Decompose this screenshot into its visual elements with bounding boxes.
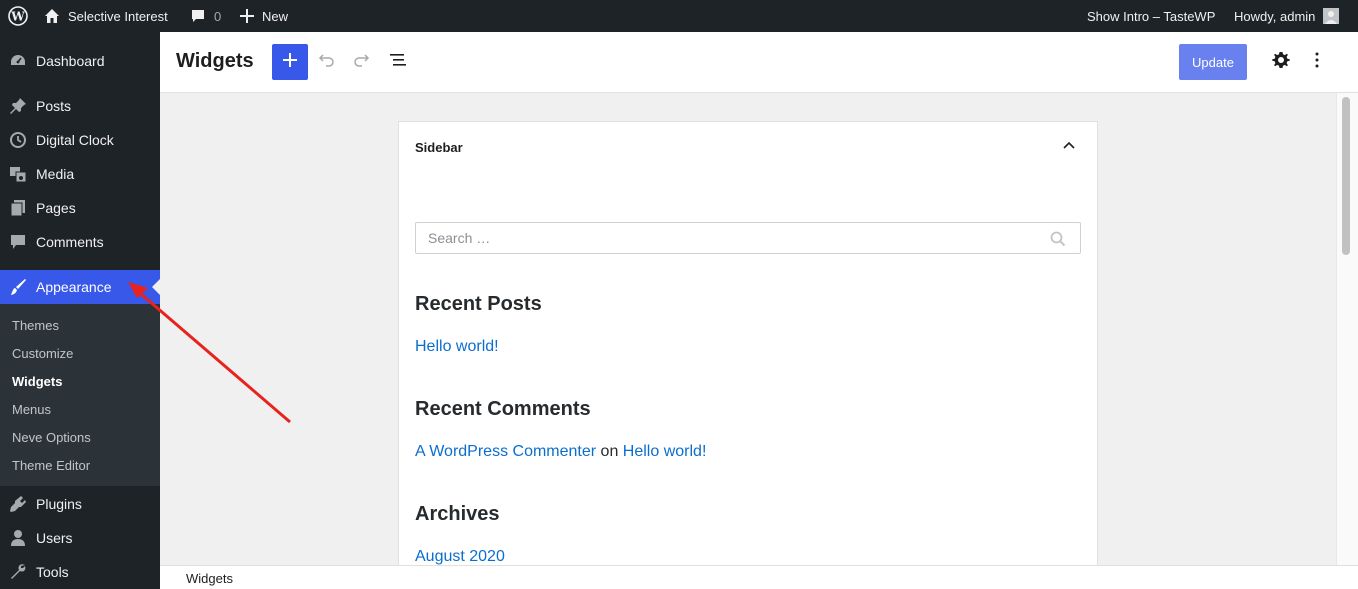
comments-link[interactable]: 0 bbox=[190, 0, 221, 32]
plugin-icon bbox=[8, 494, 28, 514]
widget-area-sidebar[interactable]: Sidebar Recent Posts Hello world! Recent… bbox=[398, 121, 1098, 565]
archives-list: August 2020 bbox=[415, 548, 505, 565]
archive-link[interactable]: August 2020 bbox=[415, 548, 505, 565]
scrollbar-thumb[interactable] bbox=[1342, 97, 1350, 255]
menu-label: Appearance bbox=[36, 279, 112, 295]
brush-icon bbox=[8, 277, 28, 297]
menu-item-appearance[interactable]: Appearance bbox=[0, 270, 160, 304]
plus-icon bbox=[282, 52, 298, 73]
add-block-button[interactable] bbox=[272, 44, 308, 80]
widget-area-title: Sidebar bbox=[415, 140, 463, 155]
wrench-icon bbox=[8, 562, 28, 582]
admin-bar: W Selective Interest 0 New Show Intro – … bbox=[0, 0, 1358, 32]
chevron-up-icon[interactable] bbox=[1061, 137, 1077, 153]
menu-label: Users bbox=[36, 530, 73, 546]
menu-label: Dashboard bbox=[36, 53, 105, 69]
wordpress-logo-icon[interactable]: W bbox=[8, 0, 28, 32]
menu-item-comments[interactable]: Comments bbox=[0, 225, 160, 259]
menu-label: Pages bbox=[36, 200, 76, 216]
clock-icon bbox=[8, 130, 28, 150]
avatar bbox=[1323, 8, 1340, 24]
menu-label: Tools bbox=[36, 564, 69, 580]
menu-label: Media bbox=[36, 166, 75, 182]
media-icon bbox=[8, 164, 28, 184]
appearance-submenu: Themes Customize Widgets Menus Neve Opti… bbox=[0, 304, 160, 486]
user-icon bbox=[8, 528, 28, 548]
search-widget[interactable] bbox=[415, 222, 1081, 254]
widgets-canvas: Sidebar Recent Posts Hello world! Recent… bbox=[160, 93, 1336, 565]
comment-icon bbox=[8, 232, 28, 252]
menu-item-media[interactable]: Media bbox=[0, 157, 160, 191]
on-text: on bbox=[600, 443, 619, 460]
comment-post-link[interactable]: Hello world! bbox=[623, 443, 707, 460]
update-button[interactable]: Update bbox=[1179, 44, 1247, 80]
plus-icon bbox=[240, 9, 254, 23]
recent-posts-list: Hello world! bbox=[415, 338, 499, 356]
search-input[interactable] bbox=[416, 223, 1036, 253]
menu-item-tools[interactable]: Tools bbox=[0, 555, 160, 589]
archives-heading: Archives bbox=[415, 503, 500, 525]
admin-menu: Dashboard Posts Digital Clock Media Page… bbox=[0, 32, 160, 589]
menu-item-plugins[interactable]: Plugins bbox=[0, 487, 160, 521]
recent-comments-heading: Recent Comments bbox=[415, 398, 591, 420]
breadcrumb-item[interactable]: Widgets bbox=[186, 571, 233, 586]
menu-item-dashboard[interactable]: Dashboard bbox=[0, 44, 160, 78]
menu-item-users[interactable]: Users bbox=[0, 521, 160, 555]
submenu-item-theme-editor[interactable]: Theme Editor bbox=[12, 458, 90, 473]
account-menu[interactable]: Howdy, admin bbox=[1234, 0, 1340, 32]
footer-breadcrumb: Widgets bbox=[160, 565, 1358, 589]
search-icon[interactable] bbox=[1050, 231, 1066, 247]
new-content-link[interactable]: New bbox=[240, 0, 288, 32]
menu-item-digital-clock[interactable]: Digital Clock bbox=[0, 123, 160, 157]
show-intro-link[interactable]: Show Intro – TasteWP bbox=[1087, 0, 1215, 32]
submenu-item-widgets[interactable]: Widgets bbox=[12, 374, 62, 389]
show-intro-label: Show Intro – TasteWP bbox=[1087, 8, 1216, 24]
settings-button[interactable] bbox=[1263, 44, 1299, 80]
pages-icon bbox=[8, 198, 28, 218]
redo-button[interactable] bbox=[344, 44, 380, 80]
recent-posts-heading: Recent Posts bbox=[415, 293, 542, 315]
menu-item-posts[interactable]: Posts bbox=[0, 89, 160, 123]
menu-label: Comments bbox=[36, 234, 104, 250]
list-view-button[interactable] bbox=[380, 44, 416, 80]
vertical-ellipsis-icon bbox=[1307, 50, 1327, 75]
more-options-button[interactable] bbox=[1299, 44, 1335, 80]
new-label: New bbox=[262, 8, 289, 24]
submenu-item-themes[interactable]: Themes bbox=[12, 318, 59, 333]
editor-header: Widgets Update bbox=[160, 32, 1358, 93]
submenu-item-neve-options[interactable]: Neve Options bbox=[12, 430, 91, 445]
dashboard-icon bbox=[8, 51, 28, 71]
menu-item-pages[interactable]: Pages bbox=[0, 191, 160, 225]
pin-icon bbox=[8, 96, 28, 116]
scrollbar[interactable] bbox=[1336, 93, 1358, 565]
undo-button[interactable] bbox=[308, 44, 344, 80]
submenu-item-menus[interactable]: Menus bbox=[12, 402, 51, 417]
recent-post-link[interactable]: Hello world! bbox=[415, 338, 499, 355]
current-menu-pointer-icon bbox=[152, 279, 160, 295]
menu-label: Plugins bbox=[36, 496, 82, 512]
commenter-link[interactable]: A WordPress Commenter bbox=[415, 443, 596, 460]
undo-icon bbox=[316, 50, 336, 75]
list-view-icon bbox=[388, 50, 408, 75]
svg-text:W: W bbox=[10, 10, 25, 24]
gear-icon bbox=[1271, 50, 1291, 75]
home-icon bbox=[44, 8, 60, 24]
comment-bubble-icon bbox=[190, 8, 206, 24]
recent-comment-item: A WordPress Commenter on Hello world! bbox=[415, 443, 706, 461]
page-title: Widgets bbox=[176, 50, 254, 72]
site-home-link[interactable]: Selective Interest bbox=[44, 0, 168, 32]
menu-label: Posts bbox=[36, 98, 72, 114]
howdy-label: Howdy, admin bbox=[1234, 8, 1316, 24]
submenu-item-customize[interactable]: Customize bbox=[12, 346, 73, 361]
site-name: Selective Interest bbox=[68, 8, 168, 24]
redo-icon bbox=[352, 50, 372, 75]
comments-count: 0 bbox=[214, 8, 222, 24]
menu-label: Digital Clock bbox=[36, 132, 114, 148]
